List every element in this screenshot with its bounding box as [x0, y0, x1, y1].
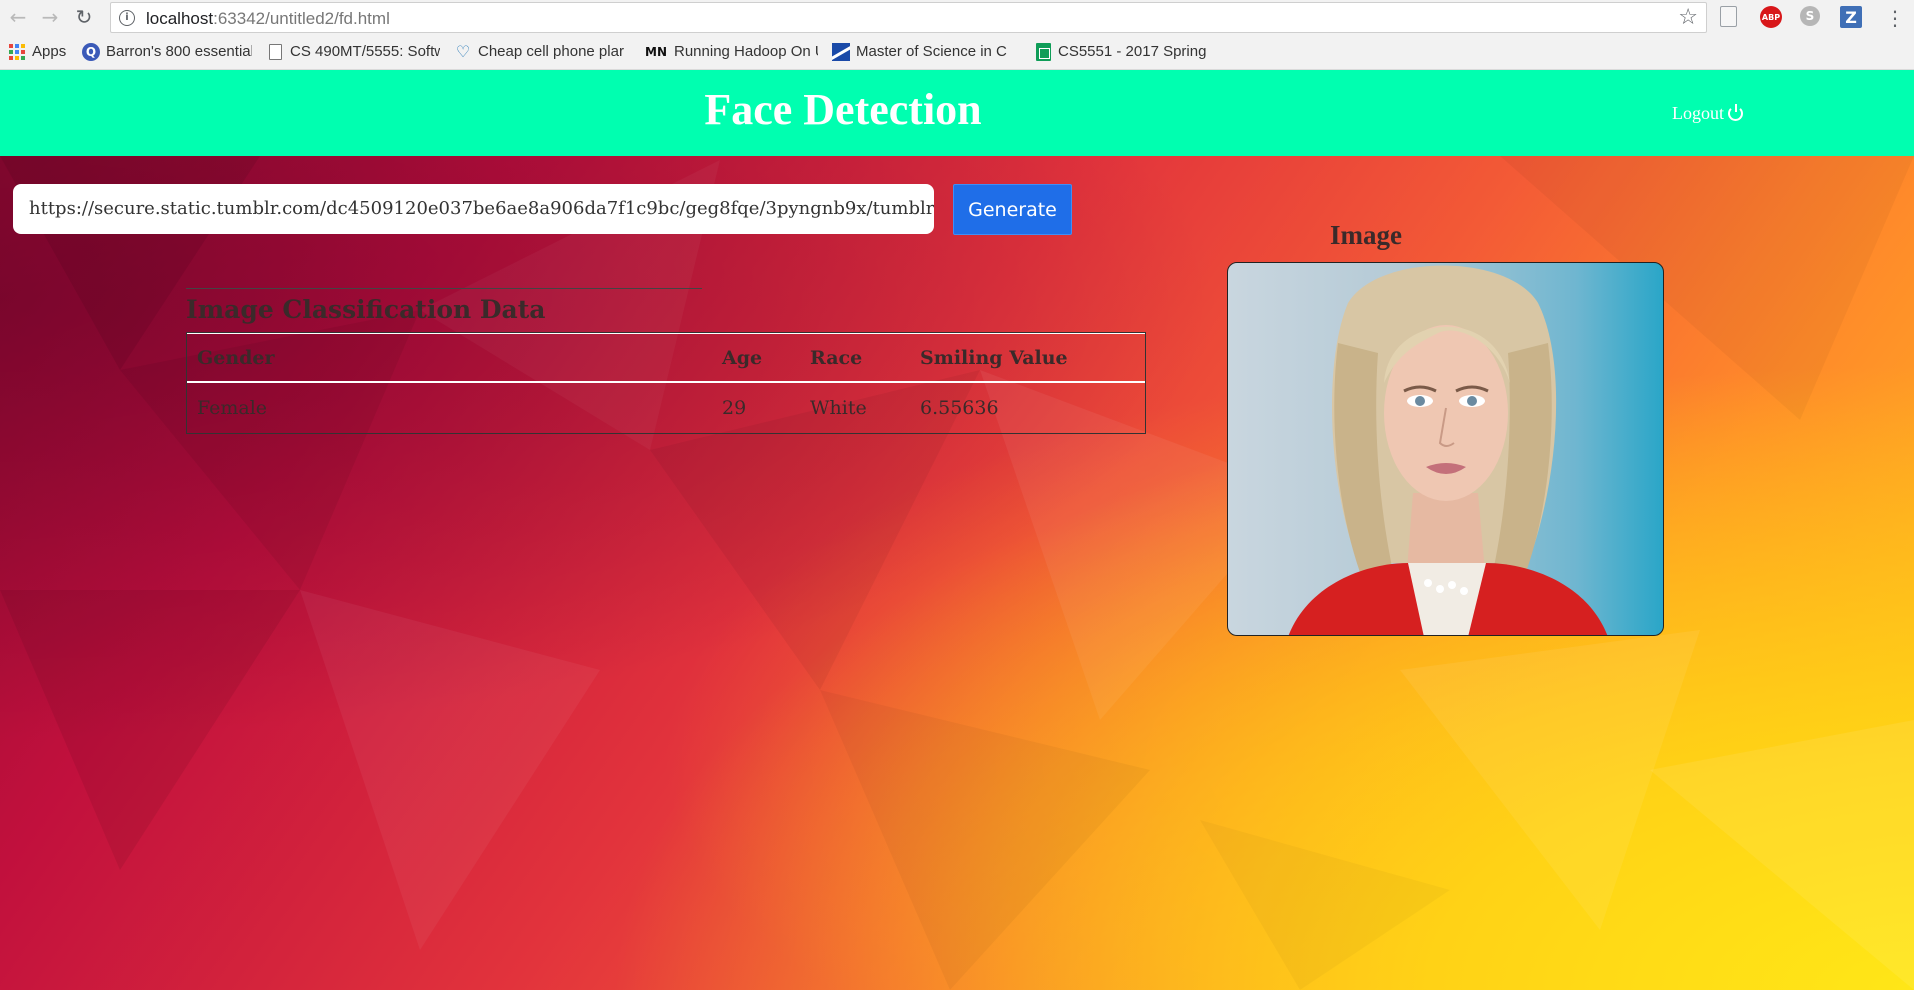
classification-table: Gender Age Race Smiling Value Female 29 … — [186, 332, 1146, 434]
page-title: Face Detection — [704, 85, 982, 134]
kebab-menu-icon[interactable]: ⋮ — [1885, 6, 1905, 30]
image-heading: Image — [1330, 220, 1402, 250]
cell-age: 29 — [722, 397, 747, 419]
bookmark-master-science[interactable]: Master of Science in C — [832, 39, 1020, 65]
app-header: Face Detection Logout — [0, 70, 1914, 156]
table-row: Female 29 White 6.55636 — [187, 383, 1145, 433]
ucm-icon — [832, 42, 850, 61]
bookmark-cs5551[interactable]: CS5551 - 2017 Spring — [1034, 39, 1210, 65]
quizlet-icon: Q — [82, 42, 100, 61]
cell-smiling-value: 6.55636 — [920, 397, 999, 419]
cell-race: White — [810, 397, 867, 419]
zotero-icon[interactable]: Z — [1840, 6, 1862, 28]
classification-table-section: Image Classification Data Gender Age Rac… — [186, 288, 1146, 434]
header-race: Race — [810, 346, 863, 369]
page-icon — [266, 43, 284, 61]
heart-icon: ♡ — [455, 42, 471, 61]
face-photo — [1227, 262, 1664, 636]
header-gender: Gender — [197, 346, 275, 369]
browser-toolbar: ← → ↻ i localhost:63342/untitled2/fd.htm… — [0, 0, 1914, 34]
url-host: localhost — [146, 9, 214, 28]
apps-grid-icon — [8, 43, 26, 61]
logout-button[interactable]: Logout — [1672, 103, 1743, 124]
reload-icon[interactable]: ↻ — [72, 5, 96, 29]
portrait-illustration — [1288, 265, 1608, 635]
info-icon[interactable]: i — [119, 10, 135, 26]
table-title: Image Classification Data — [186, 288, 702, 332]
bookmark-cs490mt[interactable]: CS 490MT/5555: Softw — [266, 39, 440, 65]
header-smiling-value: Smiling Value — [920, 346, 1068, 369]
url-path: :63342/untitled2/fd.html — [213, 9, 390, 28]
page-body: Face Detection Logout https://secure.sta… — [0, 70, 1914, 990]
skype-icon[interactable]: S — [1800, 6, 1820, 26]
address-bar[interactable]: i localhost:63342/untitled2/fd.html ☆ — [110, 2, 1707, 33]
image-url-input[interactable]: https://secure.static.tumblr.com/dc45091… — [13, 184, 934, 234]
back-icon[interactable]: ← — [6, 5, 30, 29]
cell-gender: Female — [197, 397, 268, 419]
power-icon — [1728, 104, 1743, 121]
bookmark-hadoop[interactable]: MN Running Hadoop On U — [644, 39, 818, 65]
bookmarks-bar: Apps Q Barron's 800 essential CS 490MT/5… — [0, 34, 1914, 70]
forward-icon[interactable]: → — [38, 5, 62, 29]
bookmark-barrons[interactable]: Q Barron's 800 essential — [82, 39, 252, 65]
generate-button[interactable]: Generate — [953, 184, 1072, 235]
table-header-row: Gender Age Race Smiling Value — [187, 333, 1145, 383]
adblock-plus-icon[interactable]: ABP — [1760, 6, 1782, 28]
logout-label: Logout — [1672, 103, 1724, 123]
sheets-icon — [1034, 42, 1052, 61]
bookmark-cheap-cell[interactable]: ♡ Cheap cell phone plar — [454, 39, 630, 65]
document-icon[interactable] — [1720, 6, 1737, 27]
bookmark-apps[interactable]: Apps — [8, 39, 68, 65]
header-age: Age — [722, 346, 763, 369]
mn-icon: MN — [645, 44, 667, 59]
bookmark-star-icon[interactable]: ☆ — [1678, 5, 1698, 30]
address-url: localhost:63342/untitled2/fd.html — [146, 9, 390, 29]
